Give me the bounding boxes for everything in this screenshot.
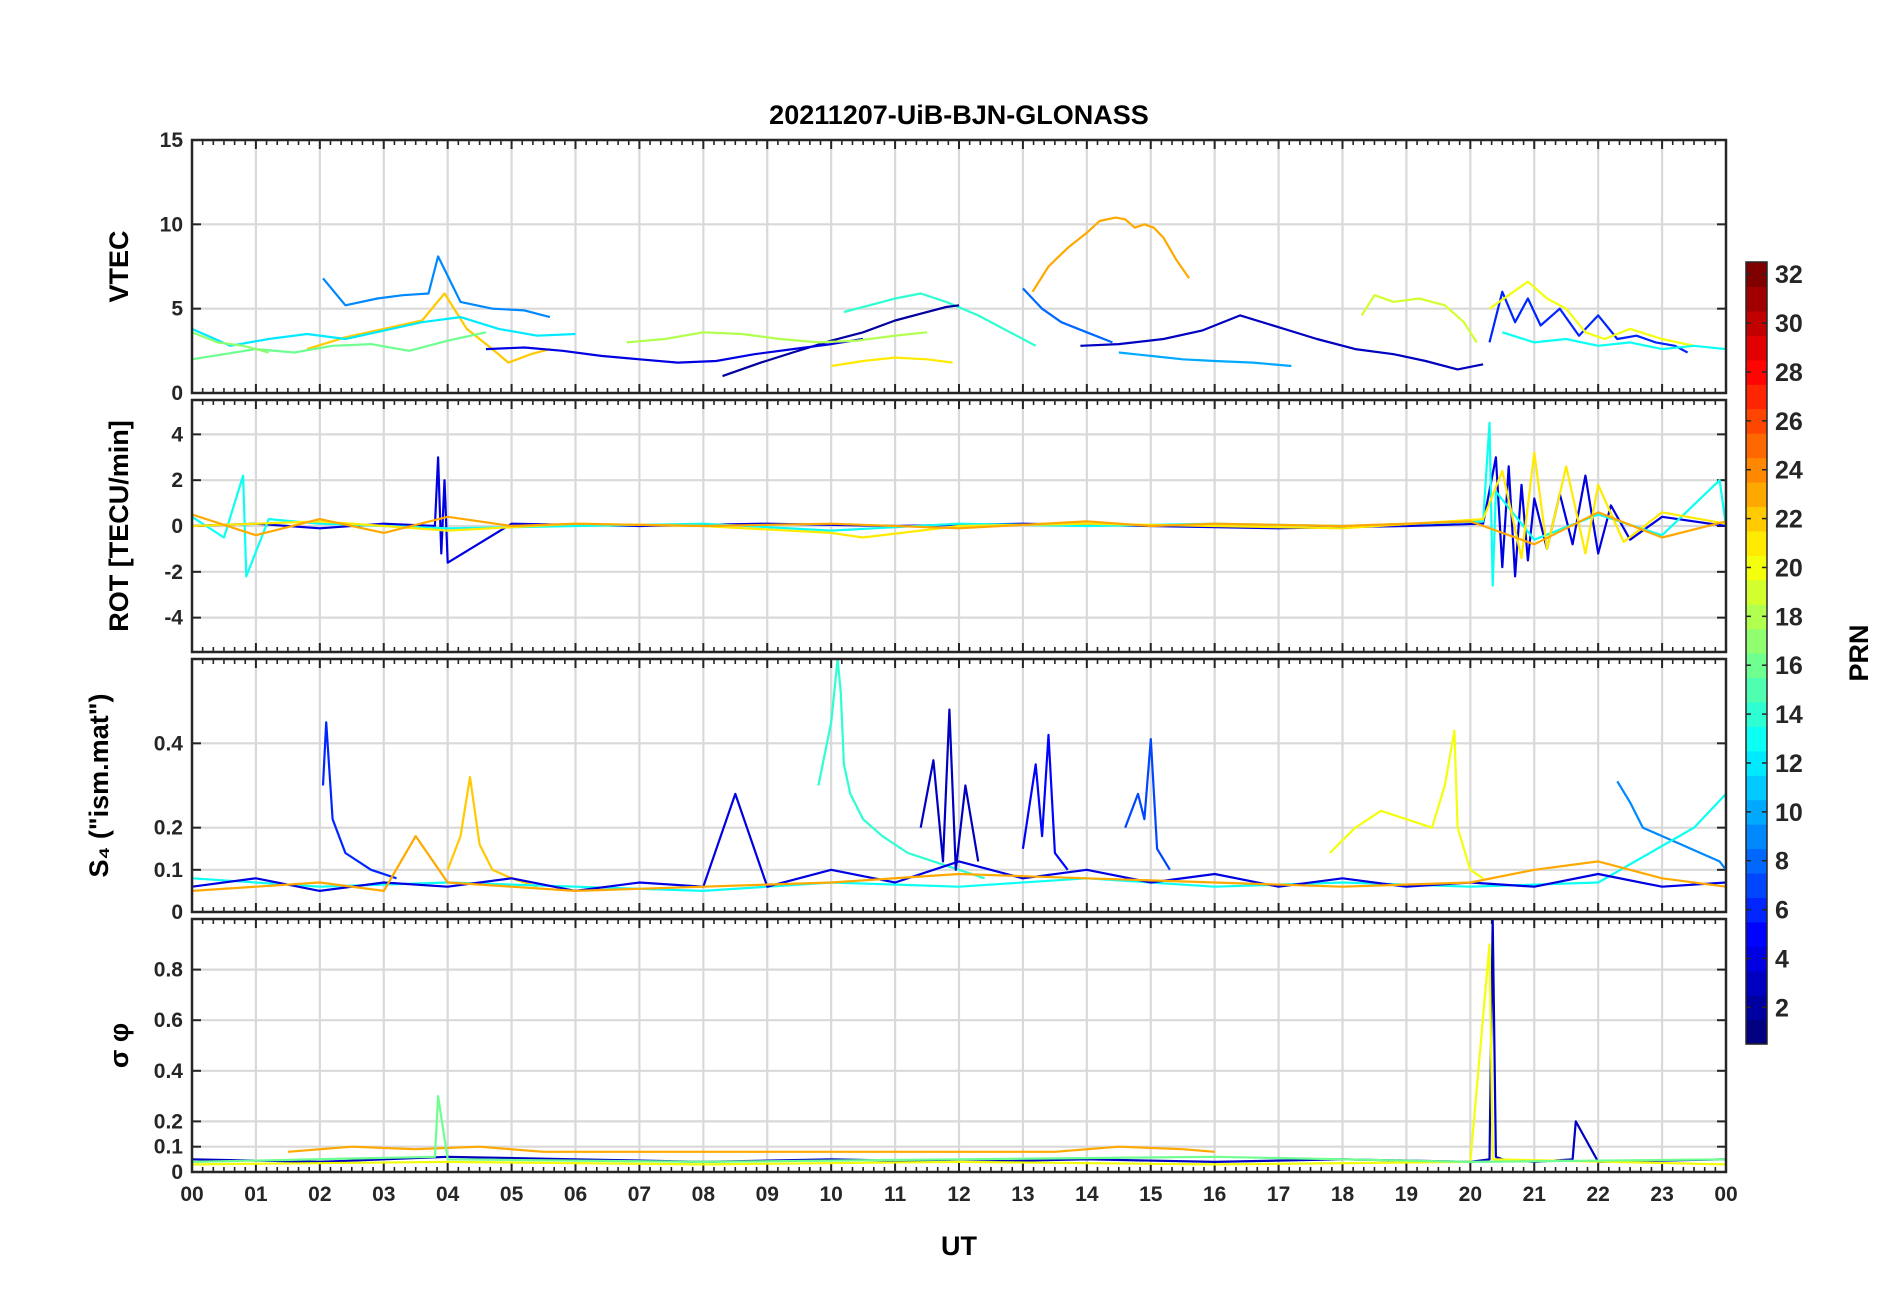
x-tick-label: 18 (1331, 1183, 1355, 1206)
x-tick-label: 09 (756, 1183, 779, 1206)
y-tick-label: 10 (160, 213, 183, 236)
y-tick-label: 0.1 (154, 1136, 184, 1159)
x-tick-label: 07 (628, 1183, 651, 1206)
y-tick-label: 15 (160, 129, 184, 152)
colorbar-tick-label: 10 (1775, 799, 1803, 827)
colorbar-tick-label: 30 (1775, 310, 1803, 338)
x-tick-label: 03 (372, 1183, 395, 1206)
x-tick-label: 22 (1586, 1183, 1609, 1206)
chart-title: 20211207-UiB-BJN-GLONASS (769, 100, 1149, 130)
x-tick-label: 11 (884, 1183, 907, 1206)
x-tick-label: 06 (564, 1183, 587, 1206)
y-axis-label: σ φ (104, 1023, 134, 1068)
colorbar-tick-label: 22 (1775, 506, 1803, 534)
y-axis-label: VTEC (104, 230, 134, 302)
colorbar-tick-label: 26 (1775, 408, 1803, 436)
x-tick-label: 13 (1011, 1183, 1034, 1206)
colorbar-tick-label: 6 (1775, 897, 1789, 925)
y-tick-label: 0 (171, 382, 183, 405)
panel-0: 0 5 10 15 VTEC (104, 129, 1728, 405)
y-tick-label: 0.1 (154, 859, 184, 882)
colorbar-tick-label: 4 (1775, 945, 1789, 973)
colorbar-tick-label: 18 (1775, 603, 1803, 631)
x-tick-label: 12 (947, 1183, 970, 1206)
y-tick-label: -4 (164, 607, 183, 630)
colorbar-tick-label: 12 (1775, 750, 1803, 778)
y-tick-label: 0.2 (154, 817, 183, 840)
y-tick-label: 0.6 (154, 1009, 183, 1032)
colorbar-segment (1746, 921, 1767, 947)
x-tick-label: 19 (1395, 1183, 1418, 1206)
colorbar-segment (1746, 726, 1767, 752)
y-tick-label: 0.2 (154, 1110, 183, 1133)
x-tick-label: 20 (1459, 1183, 1482, 1206)
colorbar-segment (1746, 872, 1767, 898)
colorbar-segment (1746, 970, 1767, 996)
panel-3: 00.1 0.2 0.4 0.6 0.8 σ φ (104, 917, 1728, 1184)
x-tick-label: 16 (1203, 1183, 1226, 1206)
y-tick-label: 0 (171, 1161, 183, 1184)
x-tick-label: 05 (500, 1183, 524, 1206)
colorbar-tick-label: 2 (1775, 994, 1789, 1022)
colorbar-segment (1746, 579, 1767, 605)
colorbar-tick-label: 8 (1775, 848, 1789, 876)
colorbar-segment (1746, 1019, 1767, 1045)
colorbar-segment (1746, 481, 1767, 507)
colorbar-segment (1746, 628, 1767, 654)
y-axis-label: ROT [TECU/min] (104, 420, 134, 631)
x-tick-label: 01 (244, 1183, 268, 1206)
colorbar-tick-label: 16 (1775, 652, 1803, 680)
y-tick-label: 4 (171, 423, 183, 446)
colorbar-segment (1746, 824, 1767, 850)
colorbar-segment (1746, 384, 1767, 410)
colorbar-label: PRN (1844, 624, 1874, 681)
colorbar-tick-label: 14 (1775, 701, 1803, 729)
colorbar-segment (1746, 335, 1767, 361)
colorbar-tick-label: 24 (1775, 457, 1803, 485)
colorbar-segment (1746, 677, 1767, 703)
panel-1: 4 2 0 -2 -4 ROT [TECU/min] (104, 398, 1728, 654)
x-tick-label: 15 (1139, 1183, 1163, 1206)
x-tick-label: 17 (1267, 1183, 1290, 1206)
y-tick-label: 0.4 (154, 1060, 184, 1083)
colorbar-segment (1746, 286, 1767, 312)
x-tick-label: 04 (436, 1183, 460, 1206)
x-tick-label: 14 (1075, 1183, 1099, 1206)
y-tick-label: 0 (171, 901, 183, 924)
y-tick-label: 0 (171, 515, 183, 538)
x-tick-label: 02 (308, 1183, 331, 1206)
colorbar-tick-label: 28 (1775, 359, 1803, 387)
y-axis-label: S₄ ("ism.mat") (84, 693, 114, 877)
x-tick-label: 21 (1523, 1183, 1547, 1206)
panel-2: 0 0.1 0.2 0.4 S₄ ("ism.mat") (84, 657, 1728, 924)
x-tick-label: 23 (1650, 1183, 1673, 1206)
colorbar-tick-label: 20 (1775, 554, 1803, 582)
colorbar-segment (1746, 433, 1767, 459)
colorbar-tick-label: 32 (1775, 261, 1803, 289)
x-tick-label: 00 (180, 1183, 203, 1206)
x-tick-label: 10 (819, 1183, 842, 1206)
colorbar-segment (1746, 530, 1767, 556)
y-tick-label: -2 (164, 561, 183, 584)
figure: 20211207-UiB-BJN-GLONASS 051015VTEC420-2… (84, 100, 1874, 1261)
colorbar-segment (1746, 775, 1767, 801)
x-axis-label: UT (941, 1231, 977, 1261)
x-tick-label: 08 (692, 1183, 716, 1206)
y-tick-label: 0.8 (154, 959, 184, 982)
y-tick-label: 5 (171, 298, 183, 321)
y-tick-label: 0.4 (154, 732, 184, 755)
y-tick-label: 2 (171, 469, 183, 492)
x-tick-label: 00 (1714, 1183, 1737, 1206)
